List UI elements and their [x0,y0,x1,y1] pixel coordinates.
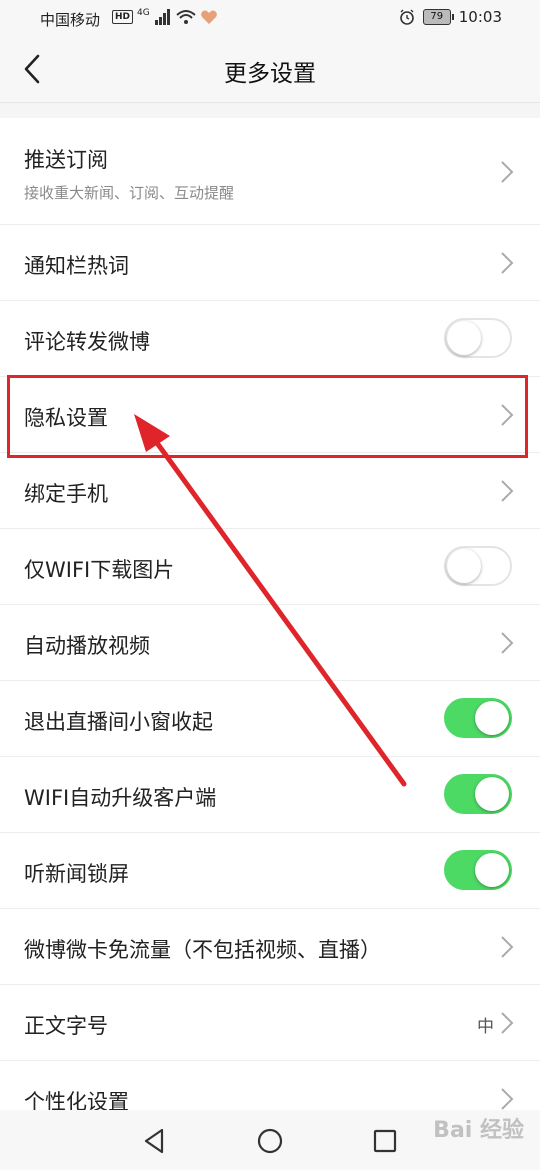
row-sublabel: 接收重大新闻、订阅、互动提醒 [24,184,235,202]
chevron-right-icon [501,936,514,958]
font-size-value: 中 [477,1017,494,1037]
wifi-icon [176,10,196,24]
chevron-right-icon [501,632,514,654]
chevron-right-icon [501,1012,514,1034]
settings-row-wifi-auto-upgrade: WIFI自动升级客户端 [0,757,540,833]
settings-row-privacy[interactable]: 隐私设置 [0,377,540,453]
settings-row-bind-phone[interactable]: 绑定手机 [0,453,540,529]
chevron-right-icon [501,161,514,183]
health-heart-icon [200,10,217,24]
toggle-knob [475,777,509,811]
system-nav-bar [0,1110,540,1170]
settings-row-notification-hotwords[interactable]: 通知栏热词 [0,225,540,301]
toggle-knob [447,321,481,355]
row-label: 自动播放视频 [24,634,150,658]
hd-badge: HD [112,10,134,24]
toggle-switch[interactable] [444,546,512,586]
chevron-right-icon [501,480,514,502]
status-right: 79 10:03 [399,8,502,26]
row-label: 仅WIFI下载图片 [24,558,175,582]
settings-row-news-lockscreen: 听新闻锁屏 [0,833,540,909]
battery-icon: 79 [422,9,454,25]
settings-row-autoplay-video[interactable]: 自动播放视频 [0,605,540,681]
row-label: 听新闻锁屏 [24,862,129,886]
toggle-switch[interactable] [444,318,512,358]
row-label: 正文字号 [24,1014,108,1038]
signal-indicators: HD 4G [112,8,218,26]
chevron-right-icon [501,1088,514,1110]
row-label: 评论转发微博 [24,330,150,354]
settings-row-weibo-card[interactable]: 微博微卡免流量（不包括视频、直播） [0,909,540,985]
settings-row-font-size[interactable]: 正文字号 中 [0,985,540,1061]
clock: 10:03 [458,8,502,26]
settings-row-push-subscription[interactable]: 推送订阅 接收重大新闻、订阅、互动提醒 [0,118,540,225]
toggle-switch[interactable] [444,850,512,890]
settings-row-live-mini-window: 退出直播间小窗收起 [0,681,540,757]
row-label: 绑定手机 [24,482,108,506]
toggle-switch[interactable] [444,698,512,738]
status-bar: 中国移动 HD 4G 79 10:03 [0,0,540,36]
row-label: 通知栏热词 [24,254,129,278]
settings-row-wifi-images: 仅WIFI下载图片 [0,529,540,605]
row-label: 退出直播间小窗收起 [24,710,213,734]
signal-icon [154,9,170,25]
chevron-right-icon [501,404,514,426]
toggle-knob [475,701,509,735]
recents-square-icon[interactable] [370,1126,400,1156]
settings-list: 推送订阅 接收重大新闻、订阅、互动提醒 通知栏热词 评论转发微博 隐私设置 绑定… [0,118,540,1137]
back-triangle-icon[interactable] [140,1126,170,1156]
network-type: 4G [137,8,150,18]
settings-row-comment-repost: 评论转发微博 [0,301,540,377]
top-nav-bar: 更多设置 [0,36,540,103]
row-label: 推送订阅 [24,148,108,172]
alarm-icon [399,9,414,25]
carrier-name: 中国移动 [40,11,101,29]
row-label: 微博微卡免流量（不包括视频、直播） [24,938,381,962]
row-label: 隐私设置 [24,406,108,430]
home-circle-icon[interactable] [255,1126,285,1156]
page-title: 更多设置 [224,61,316,87]
toggle-knob [475,853,509,887]
toggle-knob [447,549,481,583]
toggle-switch[interactable] [444,774,512,814]
row-label: WIFI自动升级客户端 [24,786,217,810]
chevron-right-icon [501,252,514,274]
